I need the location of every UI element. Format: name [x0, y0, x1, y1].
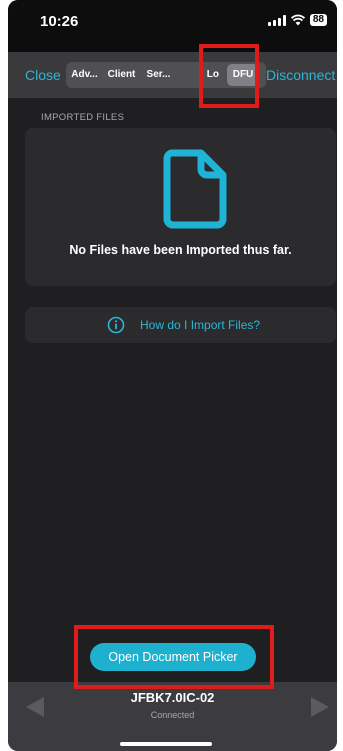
annotation-highlight-picker-button	[74, 625, 274, 689]
device-bar: JFBK7.0IC-02 Connected	[8, 682, 337, 751]
help-import-files-button[interactable]: How do I Import Files?	[25, 307, 336, 343]
document-icon	[163, 149, 227, 229]
battery-icon: 88	[309, 14, 327, 26]
annotation-highlight-dfu-tab	[199, 44, 259, 108]
navigation-bar: Close Adv... Client Ser... Lo DFU Discon…	[8, 52, 337, 98]
tab-client[interactable]: Client	[103, 64, 140, 86]
section-title-imported-files: IMPORTED FILES	[41, 112, 125, 123]
info-icon	[107, 316, 125, 334]
device-name: JFBK7.0IC-02	[130, 690, 215, 705]
status-bar: 10:26 88	[8, 0, 337, 44]
chevron-right-icon[interactable]	[309, 695, 331, 719]
close-button[interactable]: Close	[25, 67, 61, 83]
home-indicator[interactable]	[120, 742, 212, 746]
signal-icon	[267, 14, 286, 26]
disconnect-button[interactable]: Disconnect	[266, 67, 335, 83]
device-status: Connected	[150, 710, 195, 720]
status-bar-edge	[8, 44, 337, 52]
tab-server[interactable]: Ser...	[140, 64, 177, 86]
wifi-icon	[290, 14, 305, 26]
help-import-files-label: How do I Import Files?	[140, 318, 261, 332]
tab-advertiser[interactable]: Adv...	[66, 64, 103, 86]
status-icons: 88	[267, 14, 327, 26]
imported-files-card: No Files have been Imported thus far.	[25, 128, 336, 286]
empty-files-message: No Files have been Imported thus far.	[69, 243, 292, 257]
status-time: 10:26	[40, 13, 79, 30]
